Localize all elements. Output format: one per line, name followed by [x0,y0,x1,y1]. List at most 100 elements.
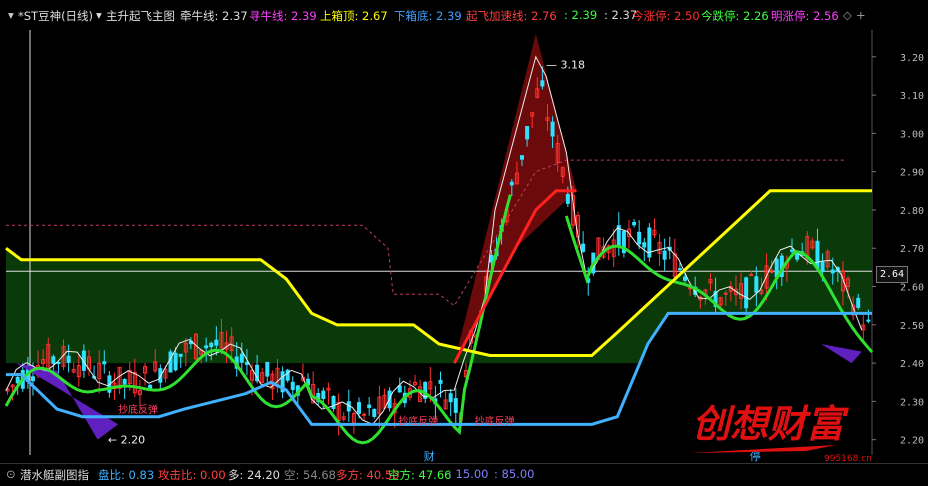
add-indicator-icon[interactable]: + [856,8,866,22]
field-label: 下箱底: [394,9,433,23]
candle-body [51,356,56,364]
collapse-icon[interactable]: ▾ [8,8,14,22]
sub-indicator-title[interactable]: 潜水艇副图指 [20,467,89,483]
candle-body [795,253,800,260]
indicator-field: 今涨停: 2.50 [632,8,700,24]
candle-body [362,413,367,416]
candle-body [448,393,453,403]
watermark-url: 995168.cn [824,454,872,464]
candle-body [453,398,458,413]
price-tick-label: 2.50 [900,321,924,332]
candle-body [632,222,637,226]
candle-body [509,181,514,186]
bull-fill-area [454,33,577,364]
indicator-field: 明涨停: 2.56 [771,8,839,24]
indicator-field: 起飞加速线: 2.76 [466,8,557,24]
candle-body [321,390,326,399]
candle-body [565,193,570,204]
candle-body [290,381,295,390]
indicator-field: 上箱顶: 2.67 [320,8,388,24]
candle-body [239,353,244,363]
low-price-label: ← 2.20 [108,434,145,447]
candle-body [168,351,173,373]
field-value: 2.39 [432,9,462,23]
candle-body [683,276,688,281]
candle-body [438,379,443,384]
field-label: 寻牛线: [249,9,288,23]
price-tick-label: 3.20 [900,53,924,64]
candle-body [642,242,647,248]
candle-body [122,379,127,385]
candle-body [520,155,525,160]
low-zone-area [821,343,862,364]
indicator-field: 寻牛线: 2.39 [249,8,317,24]
stock-name[interactable]: *ST豆神(日线) [18,8,93,24]
field-value: 2.26 [739,9,769,23]
candle-body [815,240,820,270]
candle-body [102,361,107,365]
candle-body [489,254,494,263]
price-tick-label: 2.40 [900,359,924,370]
candle-body [662,250,667,260]
candle-body [265,361,270,377]
field-label: 起飞加速线: [466,9,528,23]
candle-body [214,339,219,346]
sub-indicator-field: 攻击比: 0.00 [158,468,226,482]
price-tick-label: 2.80 [900,206,924,217]
watermark-logo: 创想财富 995168.cn [690,401,872,464]
watermark-text: 创想财富 [692,401,850,446]
current-price-tag: 2.64 [876,266,908,283]
field-value: 2.50 [670,9,700,23]
candle-body [820,261,825,273]
sub-indicator-field: 空方: 47.66 [388,468,452,482]
field-value: 2.76 [527,9,557,23]
field-value: 2.39 [567,8,598,22]
candle-body [244,362,249,365]
bottom-signal-label: 抄底反弹 [398,414,438,427]
low-zone-area [16,363,119,440]
field-value: 2.37 [218,9,248,23]
candle-body [677,268,682,271]
field-label: 上箱顶: [320,9,359,23]
indicator-header: ▾ *ST豆神(日线) ▾ 主升起飞主图 牵牛线: 2.37 寻牛线: 2.39 上… [0,0,928,30]
candle-body [66,355,71,363]
candle-body [525,125,530,140]
indicator-field: 下箱底: 2.39 [394,8,462,24]
candle-body [856,297,861,308]
price-tick-label: 2.90 [900,168,924,179]
settings-dot-icon[interactable]: ▾ [96,8,102,22]
indicator-field: : 2.39 [564,8,597,22]
bottom-signal-label: 抄底反弹 [475,414,515,427]
field-label: 今跌停: [701,9,740,23]
sub-indicator-field: : 85.00 [494,467,535,481]
candle-body [723,292,728,295]
candle-body [637,231,642,245]
sub-indicator-field: 多: 24.20 [228,468,280,482]
sub-indicator-field: 盘比: 0.83 [98,468,155,482]
candle-body [830,269,835,274]
sub-indicator-field: : 15.00 [448,467,489,481]
candle-body [744,277,749,309]
price-tick-label: 2.70 [900,244,924,255]
candle-body [749,274,754,277]
sub-indicator-header: ⊙ 潜水艇副图指 盘比: 0.83 攻击比: 0.00 多: 24.20 空: 54.… [0,463,928,486]
collapse-icon[interactable]: ⊙ [6,467,16,481]
field-label: 今涨停: [632,9,671,23]
candle-body [550,121,555,137]
candle-body [754,276,759,293]
field-value: 2.39 [287,9,317,23]
candle-body [173,352,178,371]
indicator-field: 今跌停: 2.26 [701,8,769,24]
bottom-signal-label: 抄底反弹 [118,403,158,416]
price-tick-label: 2.20 [900,436,924,447]
candle-body [209,342,214,348]
indicator-title[interactable]: 主升起飞主图 [106,8,175,24]
price-tick-label: 2.60 [900,283,924,294]
field-value: 2.56 [809,9,839,23]
candle-body [178,353,183,357]
param-diamond-icon[interactable]: ◇ [843,8,852,22]
candle-body [367,404,372,409]
signal-marker: 财 [424,449,435,463]
peak-price-label: — 3.18 [546,58,585,71]
price-tick-label: 3.10 [900,91,924,102]
